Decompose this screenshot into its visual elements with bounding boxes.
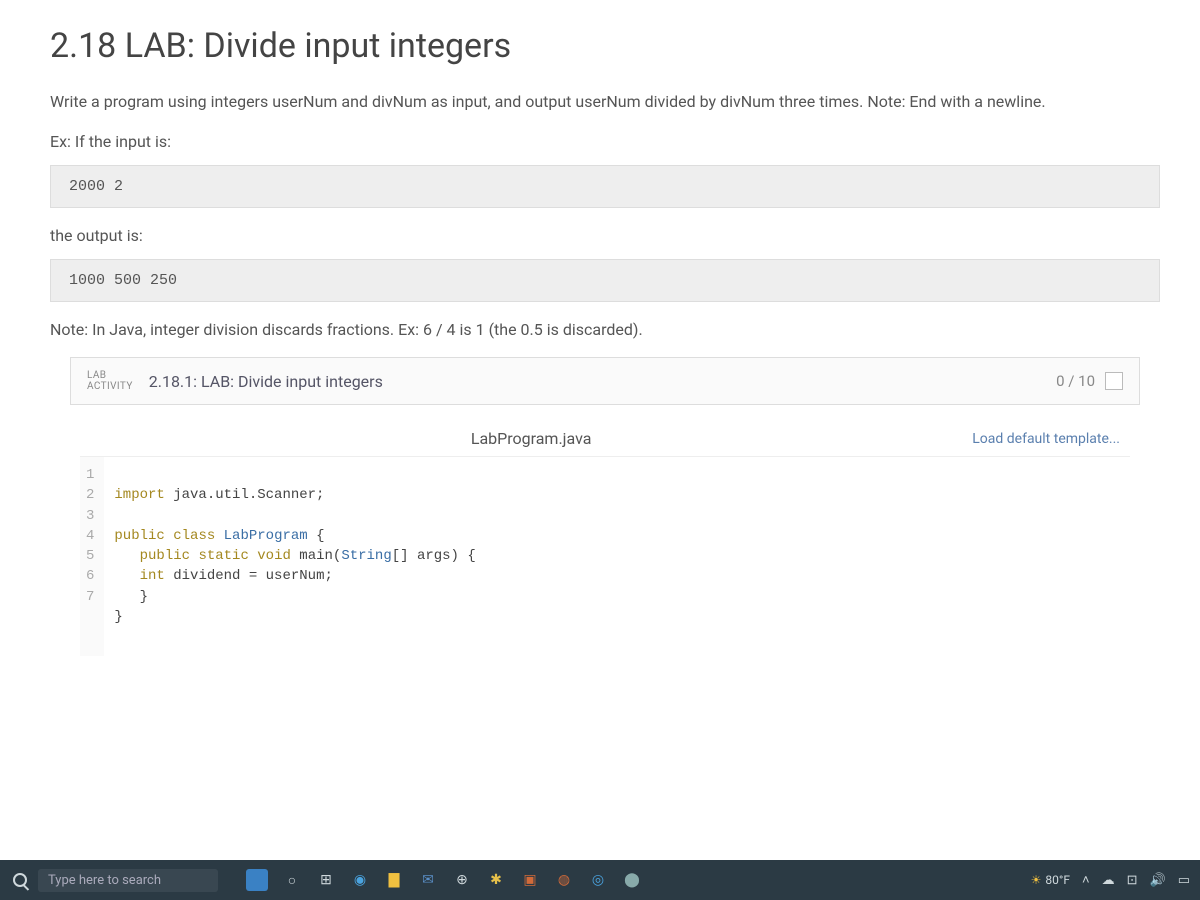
activity-bar: LAB ACTIVITY 2.18.1: LAB: Divide input i…: [70, 357, 1140, 405]
activity-title: 2.18.1: LAB: Divide input integers: [149, 372, 383, 391]
activity-left: LAB ACTIVITY 2.18.1: LAB: Divide input i…: [87, 370, 383, 392]
code-line[interactable]: import java.util.Scanner;: [114, 487, 324, 503]
code-line[interactable]: public class LabProgram {: [114, 528, 324, 544]
store-icon[interactable]: ⊕: [452, 870, 472, 890]
search-icon[interactable]: [10, 870, 30, 890]
line-number: 1: [86, 465, 94, 485]
office-icon[interactable]: ◍: [554, 870, 574, 890]
edge-icon[interactable]: ◉: [350, 870, 370, 890]
code-line[interactable]: public static void main(String[] args) {: [114, 548, 475, 564]
activity-badge-line1: LAB: [87, 370, 133, 381]
task-view-icon[interactable]: ⊞: [316, 870, 336, 890]
code-area[interactable]: import java.util.Scanner; public class L…: [104, 457, 485, 656]
activity-badge-line2: ACTIVITY: [87, 381, 133, 392]
network-icon[interactable]: ⊡: [1127, 873, 1138, 888]
news-icon[interactable]: [246, 869, 268, 891]
activity-score: 0 / 10: [1056, 372, 1095, 390]
app-icon[interactable]: ▣: [520, 870, 540, 890]
weather-temp: 80°F: [1045, 873, 1070, 887]
load-template-link[interactable]: Load default template...: [972, 431, 1120, 447]
editor-header: LabProgram.java Load default template...: [80, 429, 1130, 448]
page-content: 2.18 LAB: Divide input integers Write a …: [0, 0, 1200, 860]
mail-icon[interactable]: ✉: [418, 870, 438, 890]
cortana-icon[interactable]: ○: [282, 870, 302, 890]
code-line[interactable]: }: [114, 609, 122, 625]
note-text: Note: In Java, integer division discards…: [50, 320, 1160, 339]
line-number: 3: [86, 506, 94, 526]
problem-description: Write a program using integers userNum a…: [50, 90, 1160, 114]
taskbar-left: Type here to search ○ ⊞ ◉ ▇ ✉ ⊕ ✱ ▣ ◍ ◎ …: [10, 869, 642, 892]
line-number: 4: [86, 526, 94, 546]
example-input-box: 2000 2: [50, 165, 1160, 208]
line-number: 6: [86, 566, 94, 586]
slack-icon[interactable]: ✱: [486, 870, 506, 890]
activity-right: 0 / 10: [1056, 372, 1123, 390]
taskbar-search[interactable]: Type here to search: [38, 869, 218, 892]
volume-icon[interactable]: 🔊: [1150, 873, 1166, 888]
line-gutter: 1 2 3 4 5 6 7: [80, 457, 104, 656]
battery-icon[interactable]: ▭: [1178, 873, 1190, 888]
activity-badge: LAB ACTIVITY: [87, 370, 133, 392]
code-line[interactable]: int dividend = userNum;: [114, 568, 332, 584]
chevron-up-icon[interactable]: ˄: [1082, 872, 1090, 888]
code-line[interactable]: }: [114, 589, 148, 605]
explorer-icon[interactable]: ▇: [384, 870, 404, 890]
code-editor[interactable]: 1 2 3 4 5 6 7 import java.util.Scanner; …: [80, 456, 1130, 656]
taskbar-right: ☀ 80°F ˄ ☁ ⊡ 🔊 ▭: [1031, 872, 1190, 888]
weather-widget[interactable]: ☀ 80°F: [1031, 873, 1070, 887]
taskbar: Type here to search ○ ⊞ ◉ ▇ ✉ ⊕ ✱ ▣ ◍ ◎ …: [0, 860, 1200, 900]
line-number: 5: [86, 546, 94, 566]
example-output-box: 1000 500 250: [50, 259, 1160, 302]
onedrive-icon[interactable]: ☁: [1102, 873, 1115, 888]
code-line[interactable]: [114, 508, 122, 524]
line-number: 7: [86, 587, 94, 607]
example-intro: Ex: If the input is:: [50, 132, 1160, 151]
score-checkbox[interactable]: [1105, 372, 1123, 390]
page-title: 2.18 LAB: Divide input integers: [50, 26, 1160, 66]
taskbar-pinned: ○ ⊞ ◉ ▇ ✉ ⊕ ✱ ▣ ◍ ◎ ⬤: [246, 869, 642, 891]
sun-icon: ☀: [1031, 873, 1042, 887]
app2-icon[interactable]: ⬤: [622, 870, 642, 890]
editor-filename: LabProgram.java: [471, 429, 592, 448]
chrome-icon[interactable]: ◎: [588, 870, 608, 890]
output-intro: the output is:: [50, 226, 1160, 245]
line-number: 2: [86, 485, 94, 505]
